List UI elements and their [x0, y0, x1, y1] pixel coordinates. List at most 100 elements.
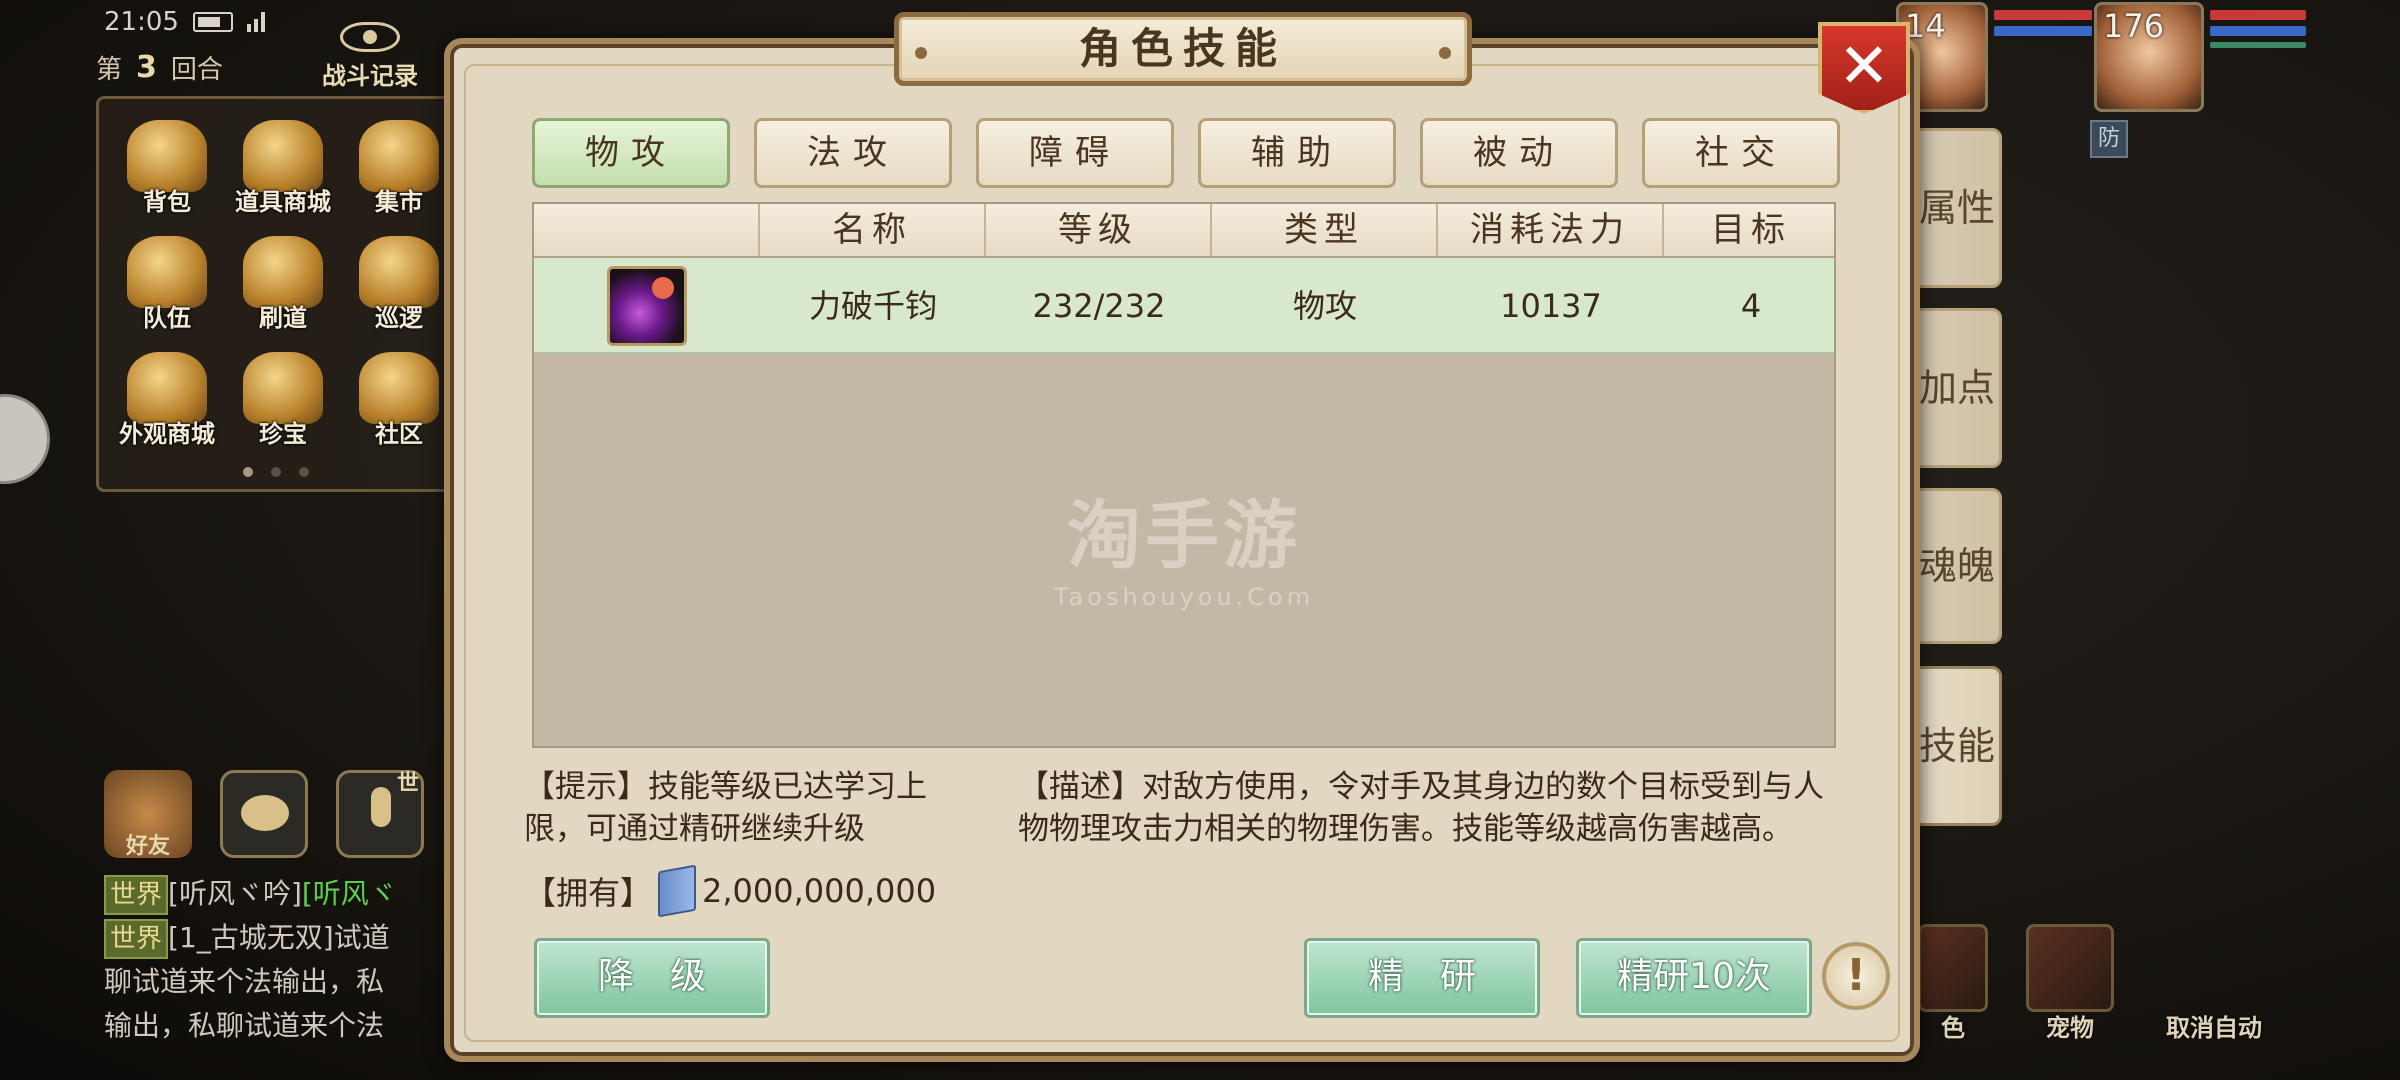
menu-item-label: 背包	[143, 188, 191, 216]
microphone-icon[interactable]: 世	[336, 770, 424, 858]
left-menu-panel: 背包 道具商城 集市 队伍 刷道 巡逻 外观商城 珍宝 社区	[96, 96, 456, 492]
skill-target-count: 4	[1740, 287, 1762, 325]
table-header: 名称 等级 类型 消耗法力 目标	[534, 204, 1834, 258]
floating-assist-button[interactable]	[0, 394, 50, 484]
friends-button[interactable]: 好友	[104, 770, 192, 859]
column-header-target: 目标	[1711, 210, 1791, 250]
skill-description: 【描述】对敌方使用，令对手及其身边的数个目标受到与人物物理攻击力相关的物理伤害。…	[1018, 769, 1824, 847]
tab-magic-attack[interactable]: 法攻	[754, 118, 952, 188]
menu-item-item-shop[interactable]: 道具商城	[225, 109, 341, 225]
tab-add-points[interactable]: 加点	[1912, 308, 2002, 468]
owned-resource: 【拥有】 2,000,000,000	[524, 864, 937, 918]
chat-log[interactable]: 世界 [听风ヾ吟][听风ヾ 世界 [1_古城无双]试道 聊试道来个法输出，私 输出，…	[104, 872, 444, 1048]
round-counter: 第 3 回合	[96, 46, 223, 88]
menu-item-label: 社区	[375, 420, 423, 448]
menu-item-label: 巡逻	[375, 304, 423, 332]
watermark-main: 淘手游	[1067, 493, 1301, 579]
status-bar: 21:05	[104, 6, 265, 38]
character-button[interactable]: 色	[1918, 924, 1988, 1043]
watermark-sub: Taoshouyou.Com	[1053, 583, 1315, 611]
menu-item-patrol[interactable]: 巡逻	[341, 225, 457, 341]
column-header-name: 名称	[760, 204, 986, 256]
tab-add-points-label: 加点	[1918, 366, 1995, 410]
refine-10-times-button[interactable]: 精研10次	[1576, 938, 1812, 1018]
chat-line: 世界 [听风ヾ吟][听风ヾ	[104, 872, 444, 916]
skill-mana-cost: 10137	[1500, 287, 1602, 325]
player-status-bars	[2210, 10, 2306, 54]
battery-icon	[192, 12, 233, 32]
table-row[interactable]: 力破千钧 232/232 物攻 10137 4	[534, 258, 1834, 354]
menu-item-team[interactable]: 队伍	[109, 225, 225, 341]
tab-support[interactable]: 辅助	[1198, 118, 1396, 188]
menu-item-community[interactable]: 社区	[341, 341, 457, 457]
menu-item-market[interactable]: 集市	[341, 109, 457, 225]
menu-item-brush[interactable]: 刷道	[225, 225, 341, 341]
info-icon[interactable]: !	[1822, 942, 1890, 1010]
dialog-title: 角色技能	[1078, 24, 1287, 73]
menu-item-label: 刷道	[259, 304, 307, 332]
round-number: 3	[136, 49, 157, 85]
tab-social[interactable]: 社交	[1642, 118, 1840, 188]
tab-obstacle[interactable]: 障碍	[976, 118, 1174, 188]
player-avatar-group[interactable]: 176	[2094, 2, 2306, 112]
menu-item-bag[interactable]: 背包	[109, 109, 225, 225]
defense-status-badge: 防	[2090, 120, 2128, 158]
skill-level: 232/232	[1032, 287, 1166, 325]
battle-record-label: 战斗记录	[322, 62, 418, 90]
tab-skills[interactable]: 技能	[1912, 666, 2002, 826]
pet-level: 14	[1905, 7, 1946, 45]
channel-tag: 世界	[104, 919, 169, 959]
cancel-auto-label: 取消自动	[2166, 1014, 2262, 1042]
tab-skills-label: 技能	[1918, 724, 1995, 768]
tab-attributes-label: 属性	[1918, 186, 1995, 230]
dialog-title-plate: 角色技能	[894, 12, 1472, 86]
chat-sender: [1_古城无双]	[168, 921, 334, 954]
chat-sender: [听风ヾ吟]	[168, 877, 302, 910]
menu-item-label: 珍宝	[259, 420, 307, 448]
chat-line: 输出，私聊试道来个法	[104, 1009, 385, 1042]
character-label: 色	[1941, 1014, 1965, 1042]
skill-type: 物攻	[1292, 287, 1357, 325]
sword-icon	[2026, 924, 2114, 1012]
skill-name: 力破千钧	[808, 287, 937, 325]
mic-channel-badge: 世	[396, 771, 419, 796]
cancel-auto-button[interactable]: 取消自动	[2166, 924, 2262, 1043]
character-icon	[1918, 924, 1988, 1012]
menu-item-appearance-shop[interactable]: 外观商城	[109, 341, 225, 457]
menu-item-label: 集市	[375, 188, 423, 216]
tab-passive[interactable]: 被动	[1420, 118, 1618, 188]
round-prefix: 第	[96, 54, 123, 85]
owned-label: 【拥有】	[524, 874, 653, 912]
mace-skill-icon	[607, 266, 687, 346]
column-header-mana-cost: 消耗法力	[1438, 204, 1664, 256]
menu-item-label: 外观商城	[119, 420, 215, 448]
menu-item-label: 道具商城	[235, 188, 331, 216]
chat-bubble-icon[interactable]	[220, 770, 308, 858]
tab-physical-attack[interactable]: 物攻	[532, 118, 730, 188]
owned-value: 2,000,000,000	[702, 872, 937, 910]
skill-icon-cell	[534, 258, 760, 354]
pet-status-bars	[1994, 10, 2092, 42]
menu-grid: 背包 道具商城 集市 队伍 刷道 巡逻 外观商城 珍宝 社区	[109, 109, 457, 457]
skill-table: 名称 等级 类型 消耗法力 目标 力破千钧 232/232 物攻 10137 4…	[532, 202, 1836, 748]
pet-label: 宠物	[2046, 1014, 2094, 1042]
chat-line: 世界 [1_古城无双]试道	[104, 916, 444, 960]
player-level: 176	[2103, 7, 2165, 45]
tab-soul[interactable]: 魂魄	[1912, 488, 2002, 644]
crossed-swords-icon	[2170, 924, 2258, 1012]
player-avatar[interactable]: 176	[2094, 2, 2204, 112]
skill-category-tabs: 物攻 法攻 障碍 辅助 被动 社交	[532, 118, 1840, 188]
downgrade-button[interactable]: 降 级	[534, 938, 770, 1018]
refine-button[interactable]: 精 研	[1304, 938, 1540, 1018]
menu-item-label: 队伍	[143, 304, 191, 332]
chat-line: 聊试道来个法输出，私	[104, 965, 385, 998]
column-header-level: 等级	[986, 204, 1212, 256]
menu-item-treasure[interactable]: 珍宝	[225, 341, 341, 457]
round-suffix: 回合	[170, 54, 223, 85]
clock: 21:05	[104, 7, 179, 37]
tab-attributes[interactable]: 属性	[1912, 128, 2002, 288]
pet-button[interactable]: 宠物	[2026, 924, 2114, 1043]
battle-record-button[interactable]: 战斗记录	[318, 22, 422, 92]
column-header-icon	[534, 204, 760, 256]
chat-text: 试道	[333, 921, 390, 954]
